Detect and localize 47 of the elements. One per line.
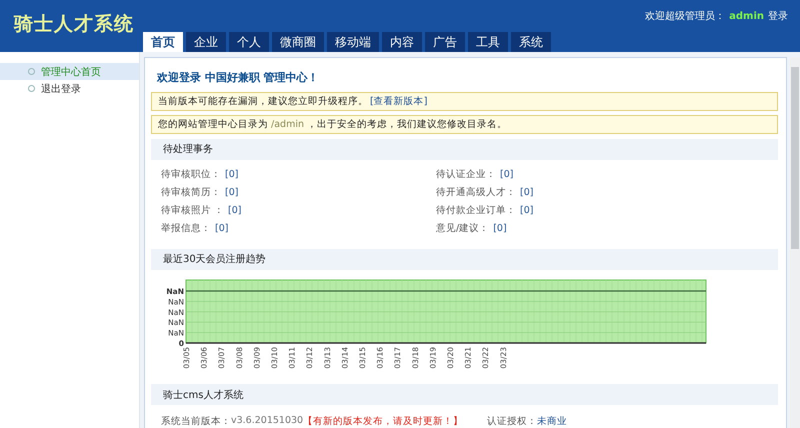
update-notice-text: 【有新的版本发布，请及时更新！】 [303,415,464,428]
nav-tab[interactable]: 广告 [425,32,465,52]
username: admin [729,10,764,22]
page-title: 欢迎登录 中国好兼职 管理中心！ [157,70,320,86]
license-link[interactable]: 未商业 [537,415,568,428]
nav-tab[interactable]: 内容 [382,32,422,52]
info-label: 系统当前版本： [161,415,231,428]
pending-label: 待付款企业订单： [436,204,516,218]
pending-label: 待审核简历： [161,186,221,200]
pending-label: 举报信息： [161,222,211,236]
nav-tab[interactable]: 移动端 [327,32,379,52]
pending-count[interactable]: [0] [520,187,534,198]
sidebar-item[interactable]: 退出登录 [0,80,139,97]
pending-label: 待开通高级人才： [436,186,516,200]
login-link[interactable]: 登录 [768,9,788,23]
pending-count[interactable]: [0] [500,169,514,180]
section-header: 最近30天会员注册趋势 [151,248,778,270]
pending-label: 待审核照片 ： [161,204,224,218]
nav-tab[interactable]: 企业 [186,32,226,52]
bullet-icon [28,68,35,75]
pending-label: 待认证企业： [436,168,496,182]
nav-tab[interactable]: 个人 [229,32,269,52]
pending-count[interactable]: [0] [225,187,238,198]
notice-text: 您的网站管理中心目录为 [158,118,269,131]
notice-text: 当前版本可能存在漏洞，建议您立即升级程序。 [158,94,368,108]
pending-label: 意见/建议： [436,222,490,236]
nav-tab[interactable]: 工具 [468,32,508,52]
nav-tab[interactable]: 首页 [143,32,183,52]
welcome-text: 欢迎超级管理员： [645,10,726,23]
path-text: /admin [271,118,304,130]
pending-count[interactable]: [0] [215,223,228,234]
pending-count[interactable]: [0] [520,205,534,216]
nav-tab[interactable]: 系统 [511,32,551,52]
section-header: 待处理事务 [151,138,778,160]
logo: 骑士人才系统 [12,12,135,37]
info-label: 认证授权： [487,415,538,428]
pending-count[interactable]: [0] [228,205,242,216]
section-header: 骑士cms人才系统 [151,384,778,405]
pending-count[interactable]: [0] [225,169,238,180]
new-version-link[interactable]: [查看新版本] [370,94,428,108]
version-text: v3.6.20151030 [231,415,304,428]
nav-tab[interactable]: 微商圈 [272,32,324,52]
notice-text: ，出于安全的考虑，我们建议您修改目录名。 [306,118,508,131]
pending-count[interactable]: [0] [493,223,507,234]
sidebar-item[interactable]: 管理中心首页 [0,63,139,80]
bullet-icon [28,85,35,92]
pending-label: 待审核职位： [161,168,221,182]
